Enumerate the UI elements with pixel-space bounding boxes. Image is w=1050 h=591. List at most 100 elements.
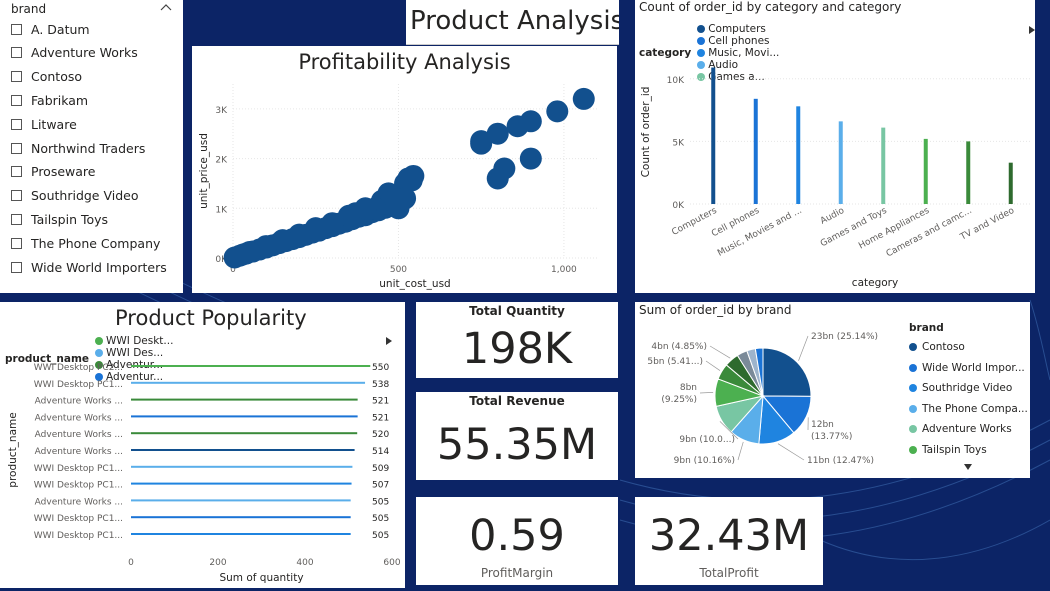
scatter-point[interactable] — [546, 100, 569, 123]
checkbox[interactable] — [11, 47, 22, 59]
slicer-item-label: The Phone Company — [31, 235, 161, 251]
slicer-item[interactable]: Wide World Importers — [11, 257, 167, 277]
y-tick-label: 10K — [667, 76, 685, 86]
pie-data-label: 9bn (10.16%) — [674, 456, 735, 466]
checkbox[interactable] — [11, 261, 22, 273]
scatter-point[interactable] — [394, 187, 417, 210]
leader-line — [705, 360, 721, 371]
legend-dot — [909, 404, 917, 413]
slicer-item[interactable]: Litware — [11, 114, 77, 134]
bar[interactable] — [966, 141, 971, 204]
checkbox[interactable] — [11, 23, 22, 35]
checkbox[interactable] — [11, 237, 22, 249]
scatter-plot: 0K1K2K3K0 500 1,000unit_cost_usdunit_price… — [198, 84, 597, 290]
pie-data-label: 9bn (10.0...) — [679, 435, 735, 445]
legend-item-label: Southridge Video — [922, 382, 1013, 395]
slicer-item[interactable]: Proseware — [11, 162, 95, 182]
pie-data-label: (13.77%) — [811, 432, 852, 442]
legend-item[interactable]: Southridge Video — [909, 378, 1029, 399]
x-tick-label: 0 — [128, 558, 134, 568]
data-label: 505 — [372, 514, 389, 524]
slicer-item[interactable]: A. Datum — [11, 19, 90, 39]
bar[interactable] — [131, 533, 351, 535]
slicer-item[interactable]: Southridge Video — [11, 186, 139, 206]
bar[interactable] — [753, 98, 758, 204]
triangle-down-icon[interactable] — [964, 464, 972, 470]
checkbox[interactable] — [11, 166, 22, 178]
bar[interactable] — [881, 127, 886, 204]
bar[interactable] — [131, 365, 371, 367]
slicer-item-label: Proseware — [31, 164, 96, 180]
bar[interactable] — [131, 482, 352, 485]
checkbox[interactable] — [11, 190, 22, 202]
scatter-point[interactable] — [572, 87, 595, 110]
bar[interactable] — [131, 465, 353, 468]
bar[interactable] — [1008, 162, 1013, 204]
popularity-bar-chart: 0 200 400 600 WWI Desktop PC2... 550 WWI Deskt… — [7, 363, 401, 584]
checkbox[interactable] — [11, 213, 22, 225]
x-tick-label: 200 — [209, 558, 226, 568]
slicer-item[interactable]: Fabrikam — [11, 90, 88, 110]
pie-data-label: 11bn (12.47%) — [807, 456, 874, 466]
scatter-point[interactable] — [402, 164, 425, 187]
y-tick-label: Adventure Works ... — [35, 430, 123, 440]
legend-dot — [909, 343, 917, 352]
profit-margin-value: 0.59 — [469, 511, 565, 561]
slicer-item-label: A. Datum — [31, 21, 90, 37]
chevron-up-icon[interactable] — [160, 3, 172, 11]
bar[interactable] — [131, 516, 351, 519]
bar[interactable] — [131, 499, 351, 502]
slicer-item[interactable]: Contoso — [11, 67, 82, 87]
bar[interactable] — [131, 449, 355, 451]
category-bar-card: Count of order_id by category and catego… — [635, 0, 1035, 293]
scatter-point[interactable] — [354, 197, 377, 220]
legend-item[interactable]: Wide World Impor... — [909, 358, 1029, 379]
slicer-item-label: Litware — [31, 116, 77, 132]
x-tick-label: 400 — [296, 558, 313, 568]
checkbox[interactable] — [11, 142, 22, 154]
checkbox[interactable] — [11, 118, 22, 130]
data-label: 505 — [372, 531, 389, 541]
checkbox[interactable] — [11, 94, 22, 106]
pie-data-label: 23bn (25.14%) — [811, 332, 878, 342]
y-tick-label: WWI Desktop PC1... — [34, 464, 123, 474]
slicer-item[interactable]: Tailspin Toys — [11, 209, 108, 229]
slicer-item[interactable]: Northwind Traders — [11, 138, 145, 158]
bar[interactable] — [131, 381, 366, 384]
y-tick-label: 5K — [672, 138, 685, 148]
leader-line — [699, 391, 714, 394]
slicer-item-label: Southridge Video — [31, 188, 139, 204]
bar[interactable] — [923, 138, 928, 204]
legend-item[interactable]: Adventure Works — [909, 419, 1029, 440]
bar[interactable] — [131, 415, 358, 418]
pie-data-label: (9.25%) — [661, 395, 697, 405]
bar[interactable] — [838, 121, 843, 204]
legend-item-label: Tailspin Toys — [922, 443, 987, 456]
bar[interactable] — [131, 432, 358, 435]
scatter-point[interactable] — [470, 132, 493, 155]
legend-item[interactable]: Contoso — [909, 337, 1029, 358]
bar[interactable] — [796, 106, 801, 204]
x-tick-label: 600 — [383, 558, 400, 568]
legend-item[interactable]: Tailspin Toys — [909, 440, 1029, 461]
slicer-item[interactable]: The Phone Company — [11, 233, 160, 253]
leader-line — [798, 335, 809, 361]
total-quantity-card: Total Quantity 198K — [416, 302, 618, 378]
data-label: 514 — [372, 447, 389, 457]
category-bar-chart: 0K5K10KComputersCell phonesMusic, Movies… — [640, 67, 1030, 289]
bar[interactable] — [131, 398, 358, 401]
pie-slice[interactable] — [762, 347, 812, 397]
y-tick-label: 3K — [215, 106, 228, 116]
scatter-point[interactable] — [486, 167, 509, 190]
y-tick-label: Adventure Works ... — [35, 497, 123, 507]
scatter-point[interactable] — [519, 147, 542, 170]
checkbox[interactable] — [11, 71, 22, 83]
x-axis-label: unit_cost_usd — [379, 278, 450, 290]
legend-item[interactable]: The Phone Compa... — [909, 399, 1029, 420]
data-label: 505 — [372, 497, 389, 507]
slicer-item[interactable]: Adventure Works — [11, 43, 138, 63]
bar[interactable] — [711, 67, 716, 204]
y-tick-label: Adventure Works ... — [35, 447, 123, 457]
scatter-point[interactable] — [231, 243, 254, 266]
scatter-point[interactable] — [519, 110, 542, 133]
